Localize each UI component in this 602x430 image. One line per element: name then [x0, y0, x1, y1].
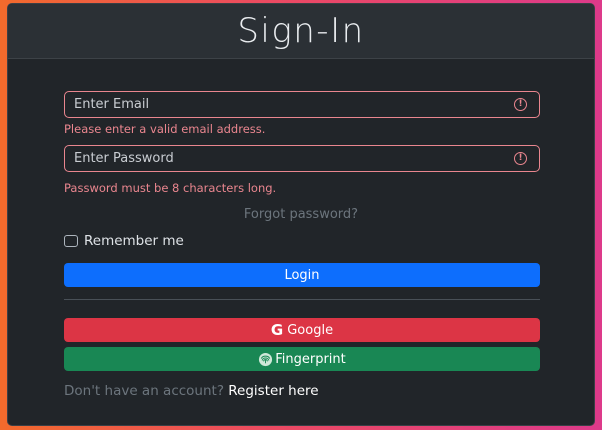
remember-me[interactable]: Remember me [64, 233, 184, 249]
fingerprint-label: Fingerprint [275, 351, 346, 367]
forgot-password-link[interactable]: Forgot password? [8, 207, 594, 222]
email-error: Please enter a valid email address. [64, 122, 266, 136]
exclamation-circle-icon: ! [514, 152, 527, 165]
exclamation-circle-icon: ! [514, 98, 527, 111]
divider [64, 299, 540, 300]
register-prompt: Don't have an account? [64, 383, 229, 399]
card-header: Sign-In [8, 4, 594, 59]
remember-label: Remember me [84, 233, 184, 249]
register-row: Don't have an account? Register here [64, 383, 319, 399]
signin-card: Sign-In ! Please enter a valid email add… [7, 3, 595, 426]
google-button[interactable]: G Google [64, 318, 540, 342]
login-button[interactable]: Login [64, 263, 540, 287]
password-error: Password must be 8 characters long. [64, 181, 277, 195]
password-input[interactable] [65, 146, 514, 171]
google-label: Google [287, 322, 334, 338]
password-field[interactable]: ! [64, 145, 540, 172]
register-link[interactable]: Register here [228, 383, 318, 399]
remember-checkbox[interactable] [64, 235, 78, 247]
email-input[interactable] [65, 92, 514, 117]
fingerprint-icon [259, 352, 273, 366]
email-field[interactable]: ! [64, 91, 540, 118]
fingerprint-button[interactable]: Fingerprint [64, 347, 540, 371]
page-title: Sign-In [237, 11, 365, 51]
google-icon: G [270, 321, 284, 339]
